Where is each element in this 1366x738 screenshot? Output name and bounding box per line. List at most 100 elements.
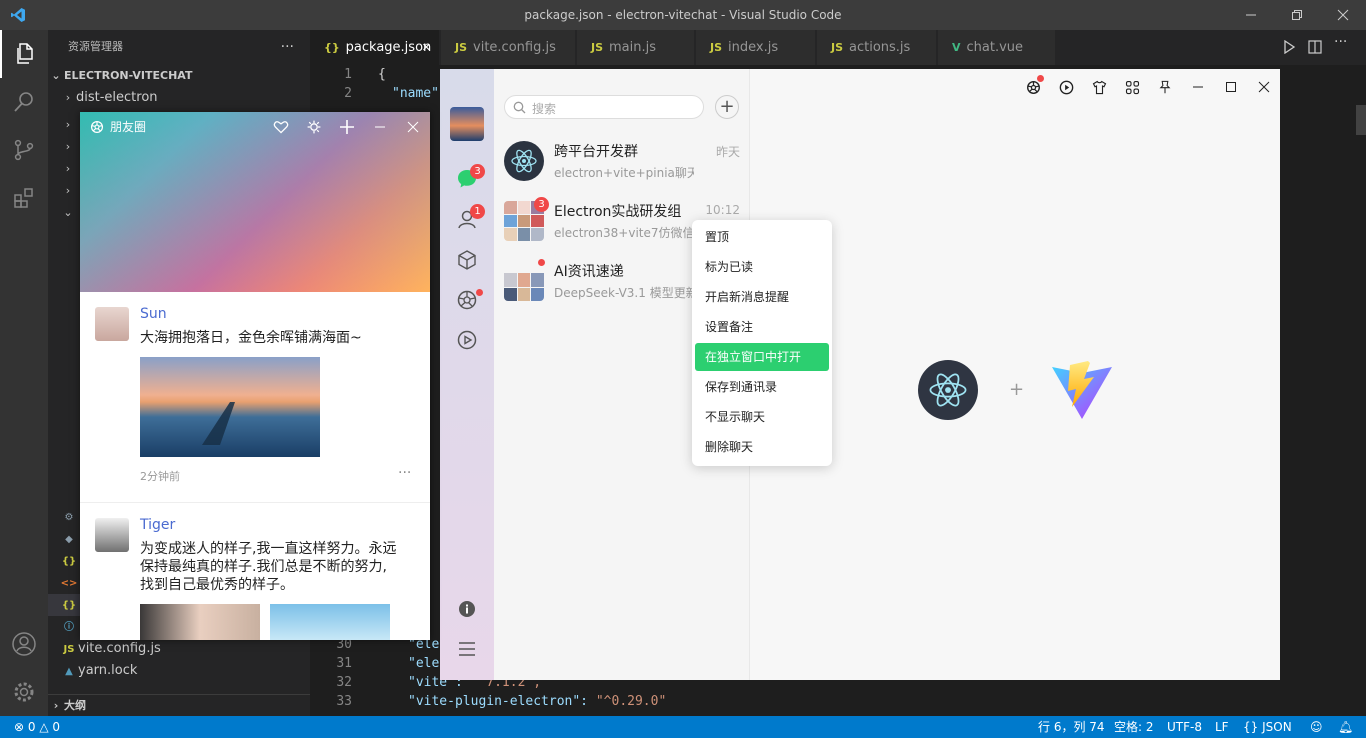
minimize-button[interactable]	[1228, 0, 1274, 30]
menu-item-save-contacts[interactable]: 保存到通讯录	[695, 373, 829, 401]
language-mode[interactable]: {} JSON	[1243, 716, 1292, 738]
shirt-icon[interactable]	[1089, 77, 1109, 97]
menu-item-notify[interactable]: 开启新消息提醒	[695, 283, 829, 311]
conversation-preview: electron38+vite7仿微信客户端	[554, 226, 694, 240]
menu-item-pin[interactable]: 置顶	[695, 223, 829, 251]
extensions-icon[interactable]	[0, 174, 48, 222]
add-button[interactable]: +	[715, 95, 739, 119]
menu-item-delete-chat[interactable]: 删除聊天	[695, 433, 829, 461]
file-yarn-lock[interactable]: ▲ yarn.lock	[48, 660, 310, 682]
chevron-right-icon: ›	[53, 699, 59, 712]
line-ending[interactable]: LF	[1215, 716, 1229, 738]
user-avatar[interactable]	[450, 107, 484, 141]
avatar[interactable]	[95, 307, 129, 341]
minimize-button[interactable]	[1188, 77, 1208, 97]
gear-icon[interactable]	[0, 668, 48, 716]
heart-icon[interactable]	[272, 118, 290, 136]
post-text-line: 为变成迷人的样子,我一直这样努力。永远	[140, 541, 397, 557]
more-actions-button[interactable]: ···	[281, 30, 294, 64]
gear-file-icon: ⚙	[64, 512, 74, 523]
post-image[interactable]	[140, 604, 260, 640]
context-menu: 置顶 标为已读 开启新消息提醒 设置备注 在独立窗口中打开 保存到通讯录 不显示…	[692, 220, 832, 466]
js-file-icon: JS	[63, 644, 75, 655]
post-author[interactable]: Tiger	[140, 517, 175, 533]
explorer-icon[interactable]	[0, 30, 48, 78]
account-icon[interactable]	[0, 620, 48, 668]
close-button[interactable]	[1254, 77, 1274, 97]
apps-icon[interactable]	[1122, 77, 1142, 97]
tab-chat-vue[interactable]: Vchat.vue	[938, 30, 1056, 65]
conversation-name: 跨平台开发群	[554, 144, 638, 160]
window-title: package.json - electron-vitechat - Visua…	[524, 8, 842, 22]
menu-item-remark[interactable]: 设置备注	[695, 313, 829, 341]
tab-main-js[interactable]: JS main.js	[577, 30, 695, 65]
project-root[interactable]: ⌄ ELECTRON-VITECHAT	[48, 65, 310, 87]
restore-button[interactable]	[1274, 0, 1320, 30]
add-icon[interactable]	[338, 118, 356, 136]
menu-item-open-window[interactable]: 在独立窗口中打开	[695, 343, 829, 371]
conversation-time: 10:12	[705, 203, 740, 217]
indentation[interactable]: 空格: 2	[1114, 716, 1154, 738]
video-icon[interactable]	[455, 328, 479, 352]
menu-item-hide-chat[interactable]: 不显示聊天	[695, 403, 829, 431]
more-icon[interactable]: ···	[1334, 34, 1347, 50]
tab-vite-config[interactable]: JS vite.config.js	[441, 30, 576, 65]
divider	[80, 502, 430, 503]
search-icon[interactable]	[0, 78, 48, 126]
sparkle-icon[interactable]	[305, 118, 323, 136]
json-file-icon: {}	[61, 556, 77, 567]
cube-icon[interactable]	[455, 248, 479, 272]
activity-bar	[0, 30, 48, 716]
menu-item-mark-read[interactable]: 标为已读	[695, 253, 829, 281]
moments-icon	[90, 120, 104, 133]
conversation-preview: DeepSeek-V3.1 模型更新	[554, 286, 694, 300]
scrollbar-thumb[interactable]	[1356, 105, 1366, 135]
feedback-icon[interactable]: ☺	[1310, 716, 1323, 738]
post-image[interactable]	[270, 604, 390, 640]
minimize-button[interactable]	[371, 118, 389, 136]
post-author[interactable]: Sun	[140, 306, 167, 322]
post-image[interactable]	[140, 357, 320, 457]
bell-icon[interactable]: 🔔︎	[1338, 716, 1353, 738]
info-icon[interactable]	[455, 597, 479, 621]
info-file-icon: ⓘ	[64, 622, 74, 633]
close-icon[interactable]: ✕	[422, 30, 431, 65]
run-icon[interactable]	[1282, 40, 1296, 54]
conversation-item[interactable]: 跨平台开发群 electron+vite+pinia聊天室 昨天	[494, 131, 750, 191]
group-avatar	[504, 261, 544, 301]
pin-icon[interactable]	[1155, 77, 1175, 97]
chat-window: 3 1 搜索 + 跨平台开发群 electron+vite+pinia聊天 昨天…	[440, 69, 1280, 680]
chat-sidebar: 3 1	[440, 69, 494, 680]
search-icon	[513, 101, 526, 114]
tab-index-js[interactable]: JS index.js	[696, 30, 816, 65]
avatar[interactable]	[95, 518, 129, 552]
folder-dist-electron[interactable]: › dist-electron	[48, 87, 310, 109]
chevron-right-icon: ›	[65, 140, 71, 153]
maximize-button[interactable]	[1221, 77, 1241, 97]
close-button[interactable]	[1320, 0, 1366, 30]
post-more-button[interactable]: ···	[398, 465, 411, 481]
encoding[interactable]: UTF-8	[1167, 716, 1202, 738]
search-placeholder: 搜索	[532, 102, 557, 116]
split-editor-icon[interactable]	[1308, 40, 1322, 54]
cursor-position[interactable]: 行 6，列 74	[1038, 716, 1105, 738]
editor-tabs: {} package.json ✕ JS vite.config.js JS main…	[310, 30, 1366, 65]
tab-actions-js[interactable]: JS actions.js	[817, 30, 937, 65]
close-button[interactable]	[404, 118, 422, 136]
search-box[interactable]: 搜索	[504, 95, 704, 119]
code-line: "ele	[408, 656, 440, 671]
git-file-icon: ◆	[65, 534, 73, 545]
source-control-icon[interactable]	[0, 126, 48, 174]
video-icon[interactable]	[1056, 77, 1076, 97]
code-line: {	[378, 67, 386, 82]
menu-icon[interactable]	[455, 637, 479, 661]
chevron-right-icon: ›	[65, 184, 71, 197]
tab-package-json[interactable]: {} package.json ✕	[310, 30, 440, 65]
electron-logo-icon	[504, 141, 544, 181]
moments-title: 朋友圈	[90, 118, 146, 135]
outline-section[interactable]: › 大纲	[48, 694, 310, 716]
line-number: 1	[344, 67, 352, 82]
cover-image	[80, 112, 430, 292]
problems-indicator[interactable]: ⊗ 0 △ 0	[14, 716, 60, 738]
file-vite-config[interactable]: JS vite.config.js	[48, 638, 310, 660]
